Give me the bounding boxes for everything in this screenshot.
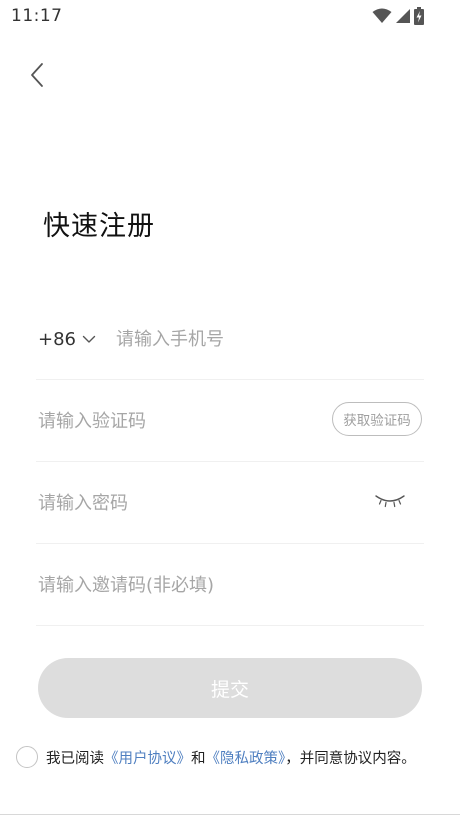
agreement-text: 我已阅读《用户协议》和《隐私政策》，并同意协议内容。 xyxy=(46,747,416,768)
bottom-divider xyxy=(0,814,460,815)
chevron-down-icon xyxy=(82,335,96,343)
status-icons xyxy=(372,7,424,25)
battery-charging-icon xyxy=(414,7,424,25)
country-code-label: +86 xyxy=(38,328,76,350)
agreement-suffix: ，并同意协议内容。 xyxy=(285,750,416,767)
eye-closed-icon[interactable] xyxy=(374,493,406,511)
page-title: 快速注册 xyxy=(43,211,155,242)
phone-row: +86 xyxy=(36,298,424,380)
agreement-conjunction: 和 xyxy=(191,750,206,767)
verification-code-input[interactable] xyxy=(38,380,318,462)
country-code-selector[interactable]: +86 xyxy=(38,298,96,380)
verification-row: 获取验证码 xyxy=(36,380,424,462)
status-time: 11:17 xyxy=(11,6,63,26)
phone-input[interactable] xyxy=(116,298,416,380)
cellular-signal-icon xyxy=(396,9,410,23)
submit-button[interactable]: 提交 xyxy=(38,658,422,718)
invite-code-input[interactable] xyxy=(38,544,418,626)
password-row xyxy=(36,462,424,544)
status-bar: 11:17 xyxy=(0,0,460,32)
chevron-left-icon xyxy=(31,63,43,87)
wifi-icon xyxy=(372,8,392,23)
user-agreement-link[interactable]: 《用户协议》 xyxy=(104,751,191,767)
agreement-row: 我已阅读《用户协议》和《隐私政策》，并同意协议内容。 xyxy=(16,744,456,770)
agreement-prefix: 我已阅读 xyxy=(46,750,104,767)
agreement-checkbox[interactable] xyxy=(16,746,38,768)
get-code-button[interactable]: 获取验证码 xyxy=(332,402,422,436)
invite-row xyxy=(36,544,424,626)
password-input[interactable] xyxy=(38,462,338,544)
back-button[interactable] xyxy=(24,60,50,90)
privacy-policy-link[interactable]: 《隐私政策》 xyxy=(206,751,286,767)
